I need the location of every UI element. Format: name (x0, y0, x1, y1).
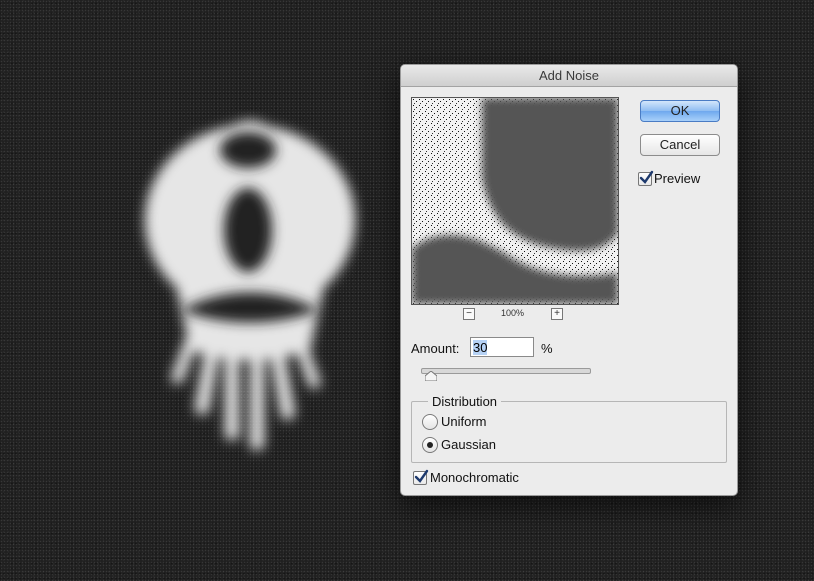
amount-slider-track[interactable] (421, 368, 591, 374)
preview-label: Preview (654, 171, 701, 186)
zoom-in-button[interactable]: + (551, 308, 563, 320)
preview-checkbox[interactable] (638, 170, 654, 186)
checkmark-icon (639, 170, 654, 184)
plus-icon: + (554, 308, 560, 319)
amount-slider-thumb[interactable] (425, 371, 437, 381)
minus-icon: − (466, 308, 472, 319)
cancel-button[interactable]: Cancel (640, 134, 720, 156)
zoom-out-button[interactable]: − (463, 308, 475, 320)
dialog-title: Add Noise (401, 65, 737, 87)
amount-input[interactable]: 30 (470, 337, 534, 357)
radio-uniform[interactable] (422, 414, 438, 430)
zoom-controls: − 100% + (463, 308, 573, 322)
distribution-group: Distribution Uniform Gaussian (411, 394, 727, 463)
distribution-title: Distribution (428, 394, 502, 409)
mask-artwork (145, 121, 355, 450)
zoom-level: 100% (501, 308, 525, 318)
uniform-label: Uniform (441, 414, 487, 429)
filter-preview[interactable] (411, 97, 619, 305)
checkmark-icon (414, 469, 429, 483)
amount-label: Amount: (411, 341, 460, 356)
amount-value: 30 (473, 340, 488, 355)
radio-gaussian[interactable] (422, 437, 438, 453)
monochromatic-label: Monochromatic (430, 470, 519, 485)
monochromatic-checkbox[interactable] (413, 469, 429, 485)
gaussian-label: Gaussian (441, 437, 496, 452)
preview-image (412, 98, 618, 304)
amount-unit: % (541, 341, 553, 356)
ok-button[interactable]: OK (640, 100, 720, 122)
add-noise-dialog: Add Noise − 100% + OK Cancel Preview Amo… (400, 64, 738, 496)
radio-selected-dot (427, 442, 433, 448)
